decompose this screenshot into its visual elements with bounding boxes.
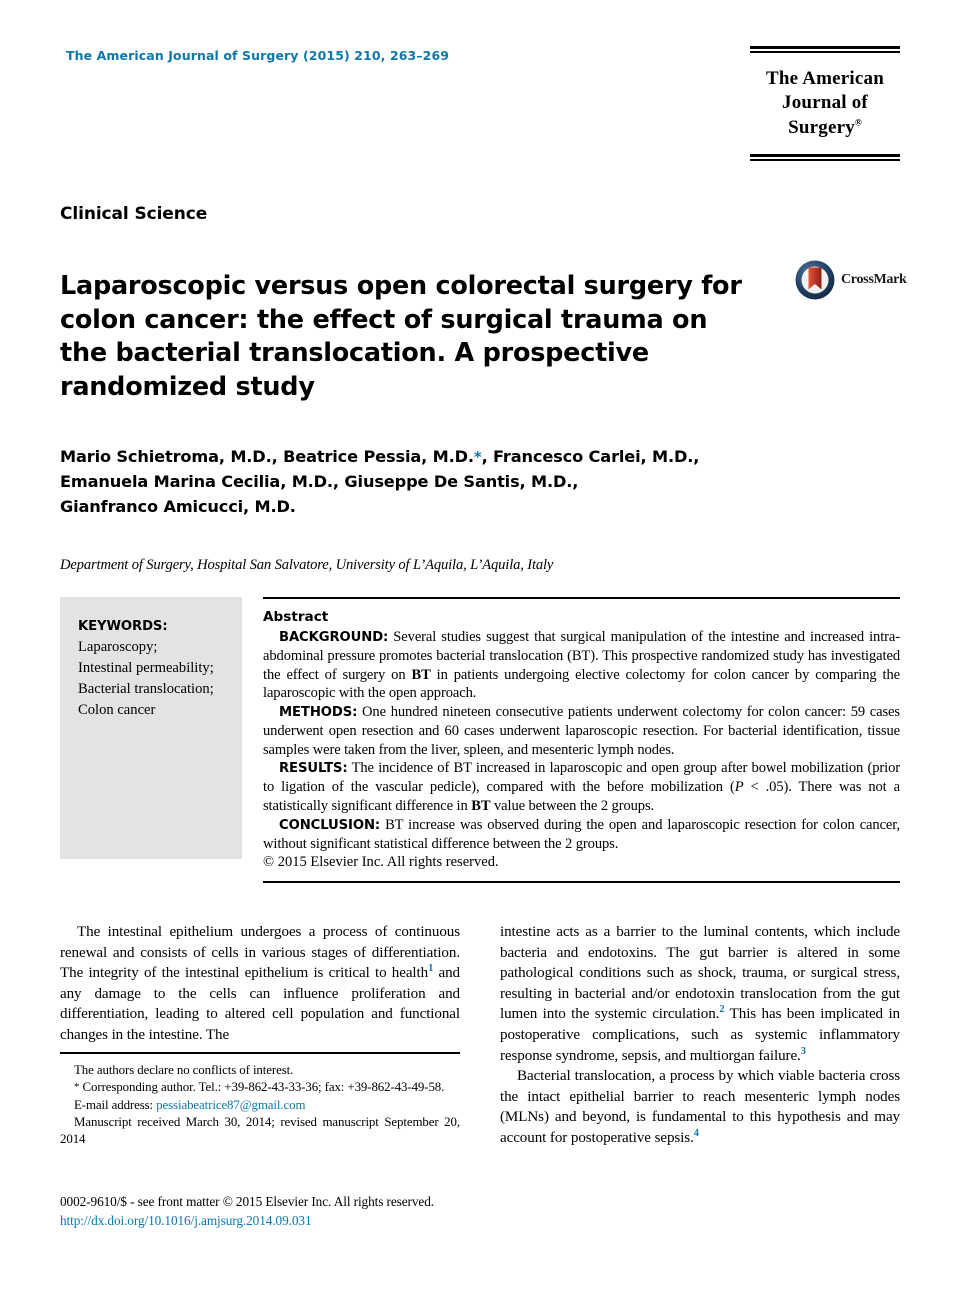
reference-marker[interactable]: 3 <box>801 1046 806 1057</box>
page-footer: 0002-9610/$ - see front matter © 2015 El… <box>60 1193 620 1230</box>
keywords-box: KEYWORDS: Laparoscopy; Intestinal permea… <box>60 597 242 859</box>
abstract-background-label: BACKGROUND: <box>279 630 389 645</box>
crossmark-icon <box>795 260 835 300</box>
section-label: Clinical Science <box>60 204 208 224</box>
logo-text: The American Journal of Surgery® <box>750 67 900 140</box>
affiliation: Department of Surgery, Hospital San Salv… <box>60 557 554 573</box>
footnote-corresponding-text: Corresponding author. Tel.: +39-862-43-3… <box>79 1080 445 1095</box>
footnote-corresponding: * Corresponding author. Tel.: +39-862-43… <box>60 1079 460 1096</box>
crossmark-label: CrossMark <box>841 272 907 287</box>
footnote-block: The authors declare no conflicts of inte… <box>60 1052 460 1148</box>
abstract-top-rule <box>263 597 900 599</box>
masthead: The American Journal of Surgery (2015) 2… <box>66 48 726 63</box>
issn-line: 0002-9610/$ - see front matter © 2015 El… <box>60 1194 435 1209</box>
abstract-results-p-symbol: P <box>734 779 744 796</box>
authors-line-3: Gianfranco Amicucci, M.D. <box>60 497 296 517</box>
logo-line-2-text: Journal of Surgery <box>782 92 868 138</box>
crossmark-badge[interactable]: CrossMark <box>795 258 907 302</box>
abstract-conclusion: CONCLUSION: BT increase was observed dur… <box>263 816 900 854</box>
keyword-item: Laparoscopy; <box>78 639 158 655</box>
footnote-email-label: E-mail address: <box>74 1097 157 1112</box>
authors-line-1b: , Francesco Carlei, M.D., <box>481 447 700 466</box>
logo-line-1: The American <box>766 68 884 89</box>
abstract-heading: Abstract <box>263 609 329 625</box>
abstract-results: RESULTS: The incidence of BT increased i… <box>263 759 900 815</box>
footnote-conflicts: The authors declare no conflicts of inte… <box>74 1063 294 1077</box>
body-paragraph: The intestinal epithelium undergoes a pr… <box>60 922 460 1046</box>
abstract-section: Abstract BACKGROUND: Several studies sug… <box>263 597 900 883</box>
abstract-copyright: © 2015 Elsevier Inc. All rights reserved… <box>263 854 499 871</box>
author-list: Mario Schietroma, M.D., Beatrice Pessia,… <box>60 444 820 519</box>
page-title: Laparoscopic versus open colorectal surg… <box>60 271 742 403</box>
keyword-item: Intestinal permeability; <box>78 660 214 676</box>
body-column-left: The intestinal epithelium undergoes a pr… <box>60 922 460 1046</box>
keywords-heading: KEYWORDS: <box>78 619 168 634</box>
abstract-results-bt: BT <box>471 797 491 814</box>
abstract-methods-text: One hundred nineteen consecutive patient… <box>263 704 900 758</box>
abstract-results-text-3: value between the 2 groups. <box>490 797 655 814</box>
corresponding-author-marker: * <box>473 448 482 466</box>
email-link[interactable]: pessiabeatrice87@gmail.com <box>156 1098 305 1112</box>
body-column-right: intestine acts as a barrier to the lumin… <box>500 922 900 1149</box>
article-first-page: The American Journal of Surgery (2015) 2… <box>0 0 960 1290</box>
abstract-background: BACKGROUND: Several studies suggest that… <box>263 628 900 703</box>
abstract-bottom-rule <box>263 881 900 883</box>
abstract-methods-label: METHODS: <box>279 705 358 721</box>
logo-rule-bottom <box>750 153 900 161</box>
journal-reference: The American Journal of Surgery (2015) 2… <box>66 48 450 63</box>
abstract-methods: METHODS: One hundred nineteen consecutiv… <box>263 703 900 759</box>
authors-line-1a: Mario Schietroma, M.D., Beatrice Pessia,… <box>60 447 474 466</box>
abstract-background-bt: BT <box>411 666 431 683</box>
reference-marker[interactable]: 4 <box>694 1128 699 1139</box>
doi-link[interactable]: http://dx.doi.org/10.1016/j.amjsurg.2014… <box>60 1212 620 1231</box>
body-left-text-a: The intestinal epithelium undergoes a pr… <box>60 924 460 982</box>
footnote-rule <box>60 1052 460 1054</box>
abstract-conclusion-label: CONCLUSION: <box>279 817 381 833</box>
journal-logo: The American Journal of Surgery® <box>750 46 900 161</box>
body-right-text-c: Bacterial translocation, a process by wh… <box>500 1068 900 1146</box>
body-paragraph: intestine acts as a barrier to the lumin… <box>500 922 900 1066</box>
logo-rule-top <box>750 46 900 53</box>
keyword-item: Colon cancer <box>78 702 156 718</box>
authors-line-2: Emanuela Marina Cecilia, M.D., Giuseppe … <box>60 472 579 492</box>
logo-line-2: Journal of Surgery® <box>750 91 900 140</box>
footnote-email: E-mail address: pessiabeatrice87@gmail.c… <box>60 1097 460 1114</box>
keyword-item: Bacterial translocation; <box>78 681 214 697</box>
logo-trademark: ® <box>854 117 862 128</box>
body-paragraph: Bacterial translocation, a process by wh… <box>500 1066 900 1148</box>
keywords-list: Laparoscopy; Intestinal permeability; Ba… <box>78 637 242 721</box>
abstract-results-label: RESULTS: <box>279 761 348 777</box>
footnote-received: Manuscript received March 30, 2014; revi… <box>60 1114 460 1147</box>
